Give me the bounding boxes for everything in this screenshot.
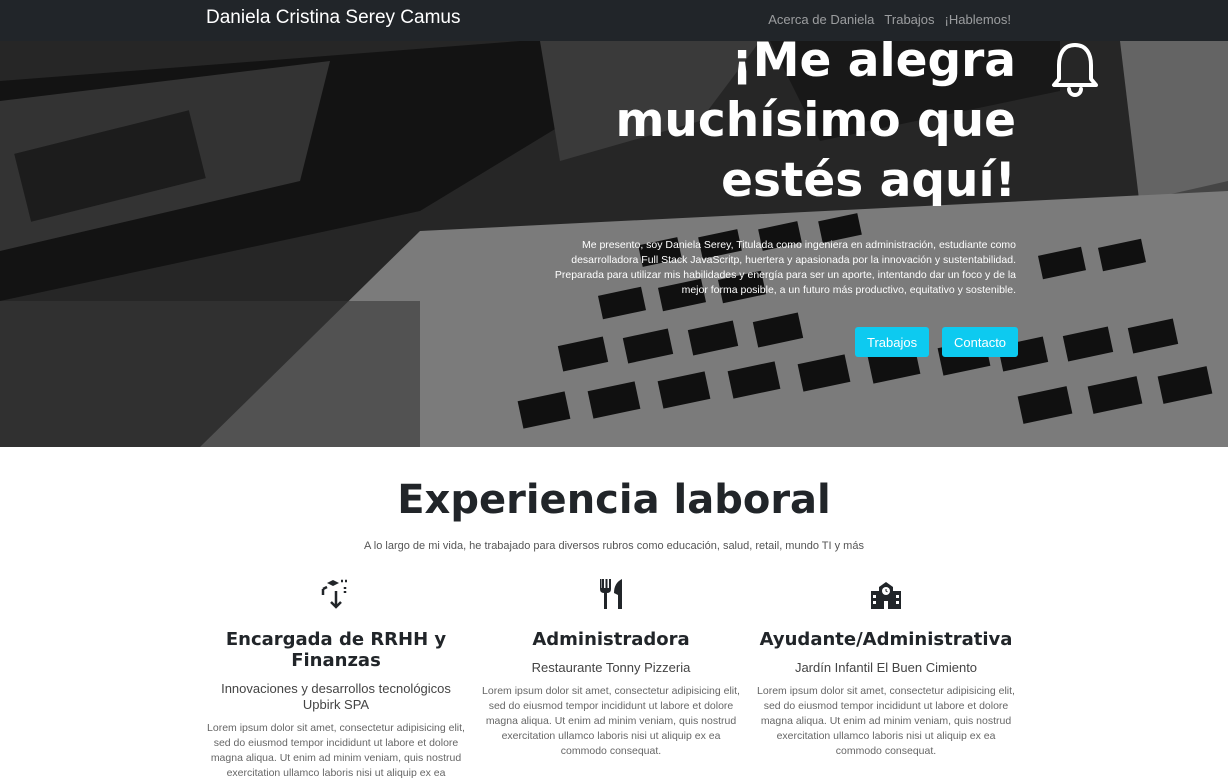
experience-section: Experiencia laboral A lo largo de mi vid… [0, 447, 1228, 779]
job-title: Administradora [532, 629, 690, 650]
cube-icon [321, 579, 347, 609]
navbar: Daniela Cristina Serey Camus Acerca de D… [0, 0, 1228, 41]
hero-description: Me presento, soy Daniela Serey, Titulada… [554, 239, 1016, 296]
job-description: Lorem ipsum dolor sit amet, consectetur … [207, 722, 465, 779]
nav-link-hablemos[interactable]: ¡Hablemos! [945, 12, 1011, 27]
job-description: Lorem ipsum dolor sit amet, consectetur … [757, 685, 1015, 757]
hero-title: ¡Me alegra muchísimo que estés aquí! [615, 41, 1016, 208]
job-card-ayudante: Ayudante/Administrativa Jardín Infantil … [755, 577, 1017, 759]
nav-links: Acerca de Daniela Trabajos ¡Hablemos! [768, 12, 1011, 27]
bell-icon[interactable] [1050, 41, 1100, 101]
job-company: Restaurante Tonny Pizzeria [531, 660, 691, 675]
brand-link[interactable]: Daniela Cristina Serey Camus [206, 7, 461, 29]
job-title: Encargada de RRHH y Finanzas [225, 629, 447, 671]
hero-section: ¡Me alegra muchísimo que estés aquí! Me … [0, 41, 1228, 447]
job-company: Jardín Infantil El Buen Cimiento [794, 660, 978, 675]
utensils-icon [600, 579, 622, 609]
job-card-administradora: Administradora Restaurante Tonny Pizzeri… [480, 577, 742, 759]
job-description: Lorem ipsum dolor sit amet, consectetur … [482, 685, 740, 757]
trabajos-button[interactable]: Trabajos [855, 327, 930, 357]
nav-link-trabajos[interactable]: Trabajos [884, 12, 934, 27]
job-card-rrhh: Encargada de RRHH y Finanzas Innovacione… [205, 577, 467, 781]
job-title: Ayudante/Administrativa [759, 629, 1013, 650]
school-icon [871, 582, 901, 609]
nav-link-acerca[interactable]: Acerca de Daniela [768, 12, 874, 27]
contacto-button[interactable]: Contacto [942, 327, 1019, 357]
experience-title: Experiencia laboral [397, 477, 831, 523]
job-company: Innovaciones y desarrollos tecnológicos … [221, 681, 451, 712]
experience-subtitle: A lo largo de mi vida, he trabajado para… [364, 540, 864, 552]
